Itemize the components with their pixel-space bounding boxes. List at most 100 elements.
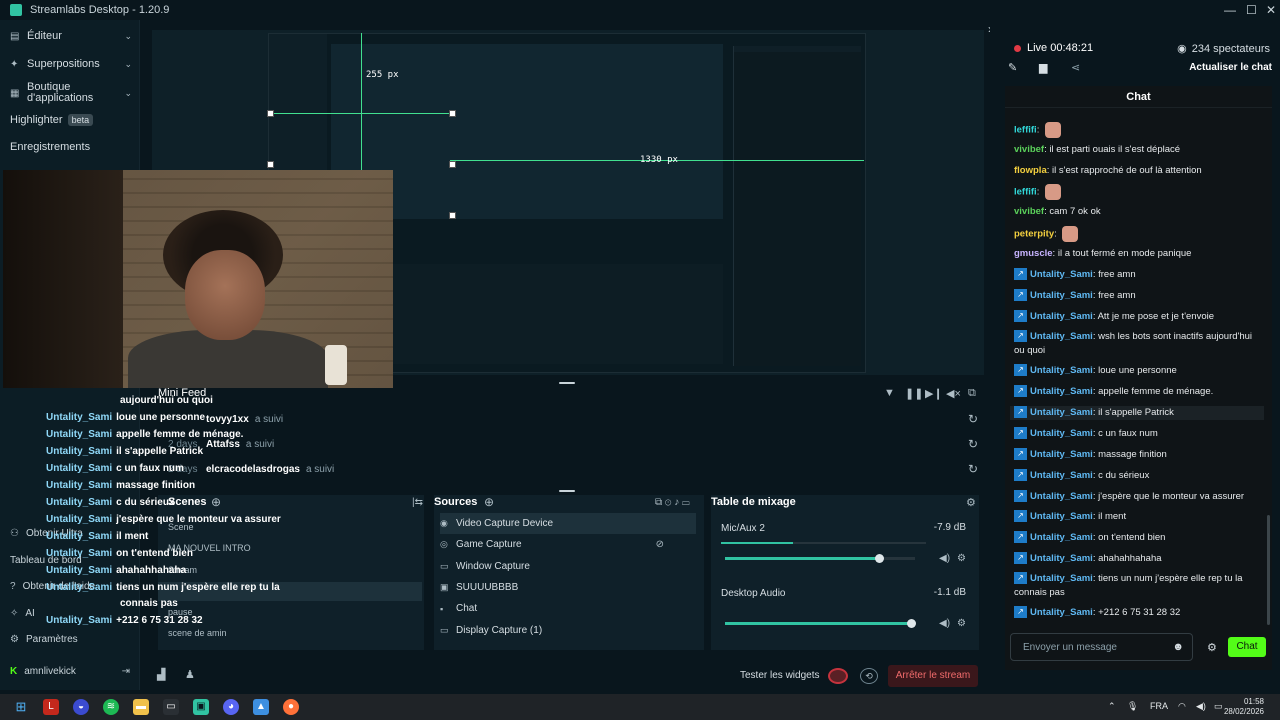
source-item[interactable]: ▪ Chat <box>440 598 696 619</box>
stats-icon[interactable]: ▟ <box>157 668 165 681</box>
chat-username[interactable]: Untality_Sami <box>1030 331 1093 342</box>
volume-knob[interactable] <box>907 619 917 628</box>
chat-settings-icon[interactable]: ⚙ <box>1207 641 1217 654</box>
resize-divider[interactable] <box>559 490 575 492</box>
test-widgets-button[interactable]: Tester les widgets <box>740 670 819 681</box>
resize-handle[interactable] <box>267 161 274 168</box>
logout-icon[interactable]: ⇥ <box>122 666 130 677</box>
chat-username[interactable]: Untality_Sami <box>1030 449 1093 460</box>
stop-stream-button[interactable]: Arrêter le stream <box>888 665 978 687</box>
discord-icon[interactable]: ◕ <box>223 699 239 715</box>
language-indicator[interactable]: FRA <box>1150 701 1168 711</box>
sidebar-item-editor[interactable]: ▤ Éditeur ⌄ <box>10 30 132 42</box>
chat-username[interactable]: gmuscle <box>1014 248 1053 259</box>
resize-divider[interactable] <box>559 382 575 384</box>
chat-username[interactable]: Untality_Sami <box>1030 607 1093 618</box>
volume-slider[interactable] <box>725 554 915 563</box>
volume-slider[interactable] <box>725 619 917 628</box>
save-icon[interactable]: ▆ <box>1039 61 1047 74</box>
popout-icon[interactable]: ⧉ <box>968 387 976 400</box>
chat-username[interactable]: Untality_Sami <box>1030 311 1093 322</box>
volume-knob[interactable] <box>874 554 884 563</box>
sidebar-item-ai[interactable]: ✧ AI <box>10 608 35 619</box>
close-button[interactable]: ✕ <box>1266 3 1276 17</box>
filter-icon[interactable]: ▼ <box>884 387 895 399</box>
notifications-icon[interactable]: ♟ <box>185 668 195 681</box>
streamlabs-taskbar-icon[interactable]: ▣ <box>193 699 209 715</box>
scene-item[interactable]: scene de amin <box>168 628 227 638</box>
chat-username[interactable]: leffifi <box>1014 187 1037 198</box>
chat-scrollbar[interactable] <box>1267 515 1270 625</box>
resize-handle[interactable] <box>449 110 456 117</box>
add-source-icon[interactable]: ⊕ <box>484 495 494 509</box>
chat-username[interactable]: Untality_Sami <box>1030 532 1093 543</box>
mute-icon[interactable]: ◀× <box>946 387 961 400</box>
tray-chevron-icon[interactable]: ⌃ <box>1108 701 1116 712</box>
source-item[interactable]: ◎ Game Capture ⊘ <box>440 534 696 555</box>
chat-username[interactable]: Untality_Sami <box>1030 491 1093 502</box>
sidebar-item-highlighter[interactable]: Highlighter beta <box>10 114 132 126</box>
chat-username[interactable]: leffifi <box>1014 125 1037 136</box>
chat-username[interactable]: Untality_Sami <box>1030 428 1093 439</box>
chat-username[interactable]: vivibef <box>1014 206 1044 217</box>
chat-username[interactable]: Untality_Sami <box>1030 470 1093 481</box>
source-item[interactable]: ◉ Video Capture Device <box>440 513 696 534</box>
chat-username[interactable]: Untality_Sami <box>1030 407 1093 418</box>
file-explorer-icon[interactable]: ▬ <box>133 699 149 715</box>
minimize-button[interactable]: — <box>1224 3 1236 17</box>
chat-username[interactable]: Untality_Sami <box>1030 290 1093 301</box>
chat-send-button[interactable]: Chat <box>1228 637 1266 657</box>
sidebar-item-settings[interactable]: ⚙ Paramètres <box>10 634 78 645</box>
account-row[interactable]: K amnlivekick ⇥ <box>10 666 130 677</box>
source-tools-icon[interactable]: ⧉ ⊙ ♪ ▭ <box>655 497 690 508</box>
emoji-icon[interactable]: ☻ <box>1172 641 1184 653</box>
chat-username[interactable]: Untality_Sami <box>1030 365 1093 376</box>
chat-input-box[interactable]: ☻ <box>1010 633 1193 661</box>
browser-icon[interactable]: ◒ <box>73 699 89 715</box>
chat-username[interactable]: peterpity <box>1014 229 1054 240</box>
volume-icon[interactable]: ◀) <box>1196 701 1206 712</box>
repeat-icon[interactable]: ↻ <box>968 412 978 426</box>
speaker-icon[interactable]: ◀) <box>939 618 950 629</box>
replay-buffer-button[interactable]: ⟲ <box>860 668 878 684</box>
repeat-icon[interactable]: ↻ <box>968 437 978 451</box>
chat-username[interactable]: Untality_Sami <box>1030 386 1093 397</box>
maximize-button[interactable]: ☐ <box>1246 3 1257 17</box>
chat-username[interactable]: Untality_Sami <box>1030 269 1093 280</box>
repeat-icon[interactable]: ↻ <box>968 462 978 476</box>
speaker-icon[interactable]: ◀) <box>939 553 950 564</box>
record-button[interactable] <box>828 668 848 684</box>
refresh-chat-button[interactable]: Actualiser le chat <box>1189 62 1272 73</box>
add-scene-icon[interactable]: ⊕ <box>211 495 221 509</box>
sidebar-item-overlays[interactable]: ✦ Superpositions ⌄ <box>10 58 132 70</box>
chat-input[interactable] <box>1011 634 1161 660</box>
resize-handle[interactable] <box>267 110 274 117</box>
microphone-icon[interactable]: 🎙 <box>1127 701 1138 712</box>
photos-icon[interactable]: ▲ <box>253 699 269 715</box>
gear-icon[interactable]: ⚙ <box>957 553 966 564</box>
terminal-icon[interactable]: ▭ <box>163 699 179 715</box>
chat-username[interactable]: flowpla <box>1014 165 1047 176</box>
gear-icon[interactable]: ⚙ <box>957 618 966 629</box>
source-item[interactable]: ▭ Window Capture <box>440 556 696 577</box>
skip-icon[interactable]: ▶❙ <box>925 387 943 400</box>
clock[interactable]: 01:58 28/02/2026 <box>1224 697 1264 717</box>
app-l-icon[interactable]: L <box>43 699 59 715</box>
chat-username[interactable]: Untality_Sami <box>1030 573 1093 584</box>
source-item[interactable]: ▣ SUUUUBBBB <box>440 577 696 598</box>
wifi-icon[interactable]: ◠ <box>1178 701 1186 712</box>
eye-hidden-icon[interactable]: ⊘ <box>656 539 664 550</box>
resize-handle[interactable] <box>449 212 456 219</box>
sidebar-item-app-store[interactable]: ▦ Boutique d'applications ⌄ <box>10 82 132 104</box>
resize-handle[interactable] <box>449 161 456 168</box>
sidebar-item-recordings[interactable]: Enregistrements <box>10 141 132 153</box>
transitions-icon[interactable]: |⇆ <box>412 497 423 508</box>
chat-username[interactable]: vivibef <box>1014 144 1044 155</box>
chat-username[interactable]: Untality_Sami <box>1030 553 1093 564</box>
edit-icon[interactable]: ✎ <box>1008 61 1017 74</box>
battery-icon[interactable]: ▭ <box>1214 701 1223 712</box>
windows-start-icon[interactable]: ⊞ <box>13 699 29 715</box>
spotify-icon[interactable]: ≋ <box>103 699 119 715</box>
chat-username[interactable]: Untality_Sami <box>1030 511 1093 522</box>
mixer-settings-icon[interactable]: ⚙ <box>966 496 976 509</box>
